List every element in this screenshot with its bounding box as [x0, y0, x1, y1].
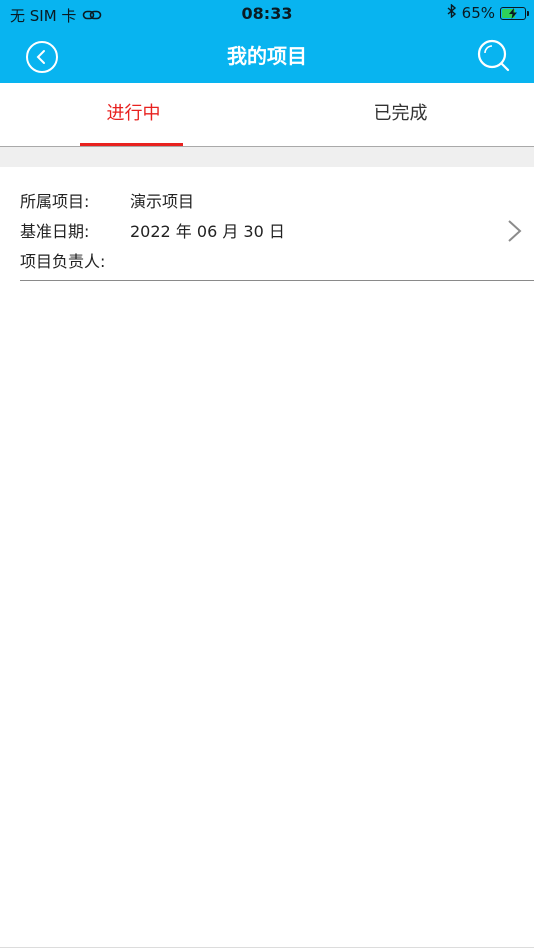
page-title: 我的项目 [227, 44, 307, 68]
row-divider [20, 280, 534, 281]
battery-percent: 65% [461, 4, 495, 22]
project-value: 演示项目 [130, 192, 195, 211]
section-separator [0, 147, 534, 167]
tab-in-progress[interactable]: 进行中 [0, 83, 267, 146]
header-bar: 无 SIM 卡 08:33 65% 我的项目 [0, 0, 534, 83]
owner-row: 项目负责人: [20, 248, 130, 272]
status-right: 65% [447, 3, 529, 22]
battery-tip [527, 10, 529, 16]
bluetooth-icon [447, 3, 457, 22]
chevron-right-icon [508, 220, 522, 242]
tab-bar: 进行中 已完成 [0, 83, 534, 146]
owner-label: 项目负责人: [20, 252, 106, 271]
bottom-divider [0, 947, 534, 948]
back-icon [36, 50, 45, 64]
date-label: 基准日期: [20, 222, 90, 241]
project-list-item[interactable]: 所属项目: 演示项目 基准日期: 2022 年 06 月 30 日 项目负责人: [0, 167, 534, 281]
status-bar: 无 SIM 卡 08:33 65% [0, 0, 534, 28]
project-row: 所属项目: 演示项目 [20, 188, 194, 212]
battery-charging-icon [500, 6, 529, 20]
date-value: 2022 年 06 月 30 日 [130, 222, 285, 241]
tab-completed[interactable]: 已完成 [267, 83, 534, 146]
search-button[interactable] [476, 38, 512, 74]
date-row: 基准日期: 2022 年 06 月 30 日 [20, 218, 285, 242]
project-label: 所属项目: [20, 192, 90, 211]
back-button[interactable] [26, 41, 58, 73]
search-icon [477, 39, 510, 72]
